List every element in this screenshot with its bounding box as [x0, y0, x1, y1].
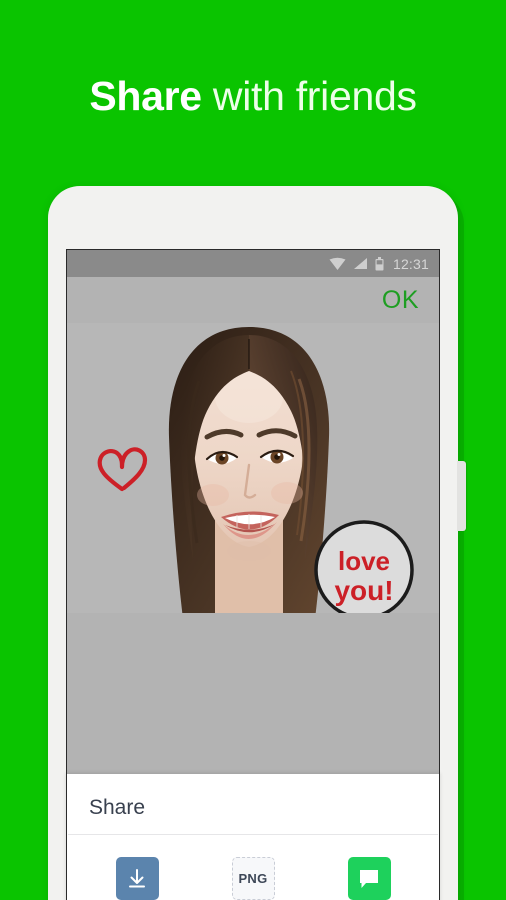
- png-tile: PNG: [231, 857, 275, 900]
- signal-icon: [353, 258, 367, 269]
- share-sheet: Share Save PNG: [66, 774, 440, 900]
- editor-toolbar: OK: [67, 277, 439, 323]
- phone-side-button[interactable]: [457, 461, 466, 531]
- message-icon: [360, 869, 378, 888]
- heart-sticker[interactable]: [95, 443, 149, 493]
- wifi-icon: [329, 257, 346, 270]
- share-option-save[interactable]: Save: [79, 857, 195, 900]
- battery-icon: [375, 256, 384, 270]
- phone-mockup: 12:31 OK love you! Share PNG: [48, 186, 466, 900]
- png-icon: PNG: [238, 871, 268, 886]
- download-icon: [129, 868, 145, 887]
- love-you-sticker[interactable]: love you!: [312, 518, 417, 613]
- page-title-strong: Share: [89, 73, 202, 119]
- share-option-message[interactable]: Message: [311, 857, 427, 900]
- status-bar: 12:31: [67, 250, 439, 277]
- love-you-sticker-line1: love: [338, 546, 390, 576]
- page-title: Share with friends: [0, 68, 506, 124]
- love-you-sticker-line2: you!: [334, 575, 393, 606]
- share-sheet-title: Share: [89, 796, 146, 819]
- ok-button[interactable]: OK: [382, 286, 419, 315]
- promo-screenshot: Share with friends 12:31 OK love you! Sh…: [0, 0, 506, 900]
- photo-canvas[interactable]: love you!: [67, 323, 439, 613]
- share-options-grid: Save PNG Save as Sticker Me: [67, 835, 439, 900]
- status-bar-time: 12:31: [392, 255, 429, 272]
- save-tile: [115, 857, 159, 900]
- page-title-light: with friends: [201, 73, 417, 119]
- message-tile: [347, 857, 391, 900]
- share-option-save-as-sticker[interactable]: PNG Save as Sticker: [195, 857, 311, 900]
